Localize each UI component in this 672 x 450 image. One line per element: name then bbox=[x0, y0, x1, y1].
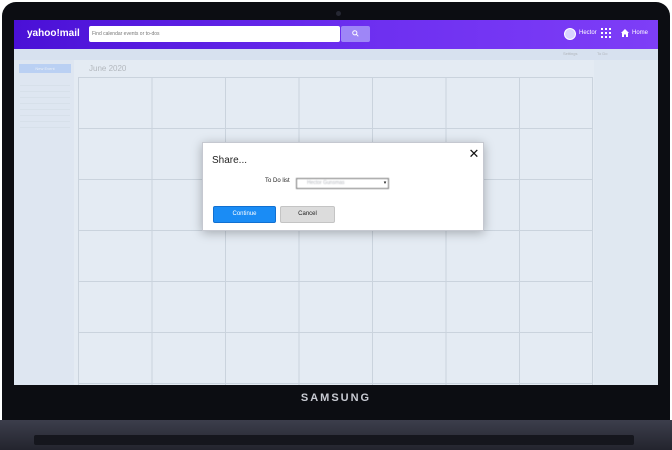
search-icon bbox=[352, 30, 359, 37]
webcam bbox=[336, 11, 341, 16]
search-input[interactable]: Find calendar events or to-dos bbox=[89, 26, 340, 42]
month-title: June 2020 bbox=[89, 64, 127, 73]
user-name[interactable]: Hector bbox=[579, 30, 597, 36]
month-grid[interactable] bbox=[78, 77, 593, 385]
todo-pane bbox=[594, 60, 658, 385]
dialog-title: Share... bbox=[212, 155, 248, 166]
screen: yahoo!mail Find calendar events or to-do… bbox=[14, 20, 658, 385]
close-icon[interactable]: ✕ bbox=[468, 147, 480, 160]
continue-button[interactable]: Continue bbox=[213, 206, 276, 223]
share-select[interactable]: Hector Gunsmas bbox=[296, 178, 389, 189]
mini-calendar[interactable] bbox=[20, 80, 70, 128]
laptop-brand: SAMSUNG bbox=[300, 392, 372, 404]
dropdown-arrow-icon[interactable]: ▾ bbox=[381, 178, 389, 189]
calendar-toolbar: Settings To Do bbox=[14, 49, 658, 60]
cancel-button[interactable]: Cancel bbox=[280, 206, 335, 223]
settings-link[interactable]: Settings bbox=[563, 51, 577, 56]
share-dialog: Share... ✕ To Do list Hector Gunsmas ▾ C… bbox=[202, 142, 484, 231]
avatar[interactable] bbox=[564, 28, 576, 40]
home-icon[interactable] bbox=[620, 28, 630, 38]
keyboard-row bbox=[34, 435, 634, 445]
todo-link[interactable]: To Do bbox=[597, 51, 607, 56]
calendar-sidebar: New Event bbox=[14, 60, 74, 385]
laptop: yahoo!mail Find calendar events or to-do… bbox=[0, 0, 672, 450]
search-button[interactable] bbox=[341, 26, 370, 42]
share-field-label: To Do list bbox=[265, 178, 290, 184]
app-header: yahoo!mail Find calendar events or to-do… bbox=[14, 20, 658, 49]
yahoo-mail-logo[interactable]: yahoo!mail bbox=[27, 28, 80, 39]
apps-grid-icon[interactable] bbox=[601, 28, 611, 38]
home-link[interactable]: Home bbox=[632, 30, 648, 36]
new-event-button[interactable]: New Event bbox=[19, 64, 71, 73]
